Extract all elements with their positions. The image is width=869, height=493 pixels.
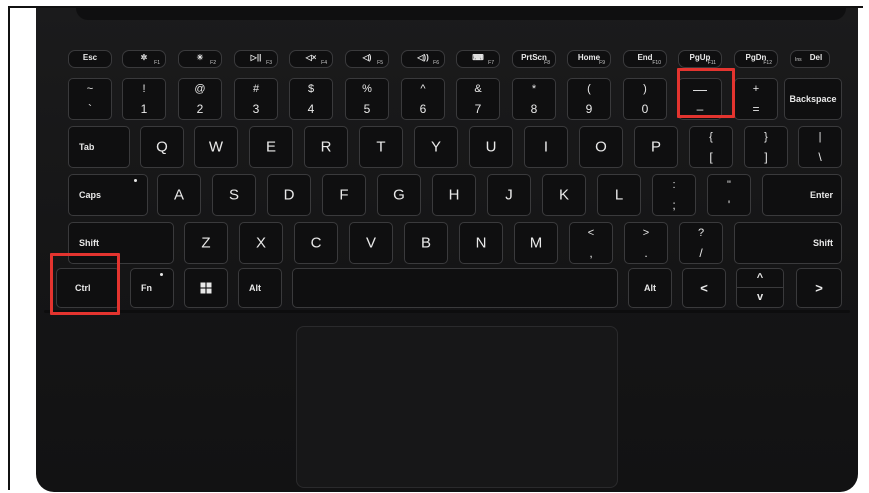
key-7[interactable]: & 7: [456, 78, 500, 120]
key-c[interactable]: C: [294, 222, 338, 264]
fn-key[interactable]: Fn: [130, 268, 174, 308]
key-q[interactable]: Q: [140, 126, 184, 168]
pgup-key[interactable]: PgUp F11: [678, 50, 722, 68]
function-row: Esc ✲ F1 ☀ F2 ▷|| F3 ◁× F4 ◁) F5 ◁)) F6 ⌨ F7 Pr…: [36, 50, 858, 68]
f7-key[interactable]: ⌨ F7: [456, 50, 500, 68]
arrow-right-icon: >: [815, 280, 823, 296]
home-row: Caps A S D F G H J K L :; " ' Enter: [36, 174, 858, 216]
caps-key[interactable]: Caps: [68, 174, 148, 216]
backspace-key[interactable]: Backspace: [784, 78, 842, 120]
key-m[interactable]: M: [514, 222, 558, 264]
key-g[interactable]: G: [377, 174, 421, 216]
comma-key[interactable]: <,: [569, 222, 613, 264]
key-a[interactable]: A: [157, 174, 201, 216]
key-5[interactable]: % 5: [345, 78, 389, 120]
key-1[interactable]: ! 1: [122, 78, 166, 120]
key-9[interactable]: (9: [567, 78, 611, 120]
spacebar[interactable]: [292, 268, 618, 308]
semicolon-key[interactable]: :;: [652, 174, 696, 216]
key-u[interactable]: U: [469, 126, 513, 168]
home-key[interactable]: Home F9: [567, 50, 611, 68]
key-8[interactable]: * 8: [512, 78, 556, 120]
key-x[interactable]: X: [239, 222, 283, 264]
key-6[interactable]: ^ 6: [401, 78, 445, 120]
trackpad[interactable]: [296, 326, 618, 488]
tab-key[interactable]: Tab: [68, 126, 130, 168]
qwerty-row: Tab Q W E R T Y U I O P {[ }] | \: [36, 126, 858, 168]
key-3[interactable]: #3: [234, 78, 278, 120]
pgdn-key[interactable]: PgDn F12: [734, 50, 778, 68]
shift-row: Shift Z X C V B N M <, >. ? / Shift: [36, 222, 858, 264]
enter-key[interactable]: Enter: [762, 174, 842, 216]
windows-key[interactable]: [184, 268, 228, 308]
left-alt-key[interactable]: Alt: [238, 268, 282, 308]
slash-key[interactable]: ? /: [679, 222, 723, 264]
key-d[interactable]: D: [267, 174, 311, 216]
key-h[interactable]: H: [432, 174, 476, 216]
key-v[interactable]: V: [349, 222, 393, 264]
del-key[interactable]: Del Ins: [790, 50, 830, 68]
end-key[interactable]: End F10: [623, 50, 667, 68]
key-y[interactable]: Y: [414, 126, 458, 168]
key-z[interactable]: Z: [184, 222, 228, 264]
arrow-down-icon[interactable]: v: [737, 288, 783, 307]
key-w[interactable]: W: [194, 126, 238, 168]
image-frame: Esc ✲ F1 ☀ F2 ▷|| F3 ◁× F4 ◁) F5 ◁)) F6 ⌨ F7 Pr…: [8, 6, 863, 492]
key-e[interactable]: E: [249, 126, 293, 168]
close-bracket-key[interactable]: }]: [744, 126, 788, 168]
esc-key[interactable]: Esc: [68, 50, 112, 68]
arrow-left-icon: <: [700, 280, 708, 296]
key-0[interactable]: ) 0: [623, 78, 667, 120]
right-arrow-key[interactable]: >: [796, 268, 842, 308]
fn-lock-led: [160, 273, 163, 276]
up-down-arrow-key[interactable]: ^ v: [736, 268, 784, 308]
period-key[interactable]: >.: [624, 222, 668, 264]
key-l[interactable]: L: [597, 174, 641, 216]
key-i[interactable]: I: [524, 126, 568, 168]
key-j[interactable]: J: [487, 174, 531, 216]
key-2[interactable]: @2: [178, 78, 222, 120]
arrow-up-icon[interactable]: ^: [737, 269, 783, 288]
prtscn-key[interactable]: PrtScn F8: [512, 50, 556, 68]
equals-key[interactable]: + =: [734, 78, 778, 120]
right-alt-key[interactable]: Alt: [628, 268, 672, 308]
modifier-row: Ctrl Fn Alt Alt < ^ v >: [36, 264, 858, 308]
windows-logo-icon: [200, 282, 212, 294]
right-shift-key[interactable]: Shift: [734, 222, 842, 264]
open-bracket-key[interactable]: {[: [689, 126, 733, 168]
key-k[interactable]: K: [542, 174, 586, 216]
key-s[interactable]: S: [212, 174, 256, 216]
f4-key[interactable]: ◁× F4: [289, 50, 333, 68]
key-b[interactable]: B: [404, 222, 448, 264]
f6-key[interactable]: ◁)) F6: [401, 50, 445, 68]
f1-key[interactable]: ✲ F1: [122, 50, 166, 68]
key-f[interactable]: F: [322, 174, 366, 216]
f3-key[interactable]: ▷|| F3: [234, 50, 278, 68]
keyboard-edge: [44, 310, 850, 313]
key-4[interactable]: $4: [289, 78, 333, 120]
f5-key[interactable]: ◁) F5: [345, 50, 389, 68]
caps-indicator-led: [134, 179, 137, 182]
minus-key-highlight: [677, 68, 735, 118]
backslash-key[interactable]: | \: [798, 126, 842, 168]
key-o[interactable]: O: [579, 126, 623, 168]
key-p[interactable]: P: [634, 126, 678, 168]
key-r[interactable]: R: [304, 126, 348, 168]
backtick-key[interactable]: ~ `: [68, 78, 112, 120]
key-t[interactable]: T: [359, 126, 403, 168]
f2-key[interactable]: ☀ F2: [178, 50, 222, 68]
ctrl-key-highlight: [50, 253, 120, 315]
key-n[interactable]: N: [459, 222, 503, 264]
keyboard-hinge: [76, 8, 846, 20]
quote-key[interactable]: " ': [707, 174, 751, 216]
left-arrow-key[interactable]: <: [682, 268, 726, 308]
